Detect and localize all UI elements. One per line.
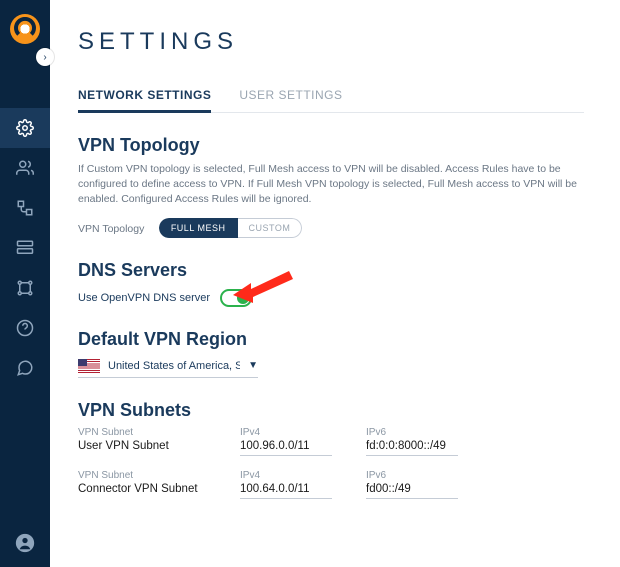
subnet-ipv4-label: IPv4	[240, 470, 332, 481]
topology-full-mesh-button[interactable]: FULL MESH	[159, 218, 238, 238]
heading-dns-servers: DNS Servers	[78, 260, 584, 281]
topology-custom-button[interactable]: CUSTOM	[238, 218, 303, 238]
account-icon	[15, 533, 35, 553]
topology-toggle: FULL MESH CUSTOM	[159, 218, 303, 238]
sidebar: ›	[0, 0, 50, 567]
gear-icon	[16, 119, 34, 137]
dns-toggle[interactable]	[220, 289, 252, 307]
tab-user-settings[interactable]: USER SETTINGS	[239, 82, 342, 112]
subnet-row-user: VPN SubnetUser VPN Subnet IPv4100.96.0.0…	[78, 427, 584, 456]
section-dns-servers: DNS Servers Use OpenVPN DNS server	[78, 260, 584, 307]
sidebar-item-logs[interactable]	[0, 348, 50, 388]
region-value: United States of America, S	[108, 360, 240, 372]
page-title: SETTINGS	[78, 28, 584, 56]
topology-description: If Custom VPN topology is selected, Full…	[78, 162, 584, 208]
main-content: SETTINGS NETWORK SETTINGS USER SETTINGS …	[50, 0, 620, 567]
subnet-name-label: VPN Subnet	[78, 427, 206, 438]
sidebar-item-help[interactable]	[0, 308, 50, 348]
subnet-ipv6-label: IPv6	[366, 427, 458, 438]
topology-label: VPN Topology	[78, 223, 144, 235]
sidebar-item-hosts[interactable]	[0, 228, 50, 268]
section-vpn-subnets: VPN Subnets VPN SubnetUser VPN Subnet IP…	[78, 400, 584, 499]
settings-tabs: NETWORK SETTINGS USER SETTINGS	[78, 82, 584, 113]
subnet-row-connector: VPN SubnetConnector VPN Subnet IPv4100.6…	[78, 470, 584, 499]
heading-vpn-subnets: VPN Subnets	[78, 400, 584, 421]
heading-vpn-topology: VPN Topology	[78, 135, 584, 156]
subnet-ipv6-label: IPv6	[366, 470, 458, 481]
subnet-ipv6-input[interactable]: fd:0:0:8000::/49	[366, 438, 458, 456]
us-flag-icon	[78, 359, 100, 373]
toggle-knob-icon	[237, 292, 249, 304]
tab-network-settings[interactable]: NETWORK SETTINGS	[78, 82, 211, 112]
subnet-name-label: VPN Subnet	[78, 470, 206, 481]
heading-default-region: Default VPN Region	[78, 329, 584, 350]
sidebar-item-settings[interactable]	[0, 108, 50, 148]
section-default-region: Default VPN Region United States of Amer…	[78, 329, 584, 378]
subnet-name-value: Connector VPN Subnet	[78, 481, 206, 498]
subnet-ipv4-label: IPv4	[240, 427, 332, 438]
dns-toggle-label: Use OpenVPN DNS server	[78, 292, 210, 304]
users-icon	[16, 159, 34, 177]
sidebar-account-button[interactable]	[0, 533, 50, 553]
server-icon	[16, 239, 34, 257]
sidebar-item-access[interactable]	[0, 268, 50, 308]
subnet-ipv6-input[interactable]: fd00::/49	[366, 481, 458, 499]
openvpn-logo-icon	[10, 14, 40, 44]
sidebar-item-networks[interactable]	[0, 188, 50, 228]
caret-down-icon: ▼	[248, 360, 258, 371]
subnet-ipv4-input[interactable]: 100.64.0.0/11	[240, 481, 332, 499]
subnet-ipv4-input[interactable]: 100.96.0.0/11	[240, 438, 332, 456]
network-icon	[16, 199, 34, 217]
topology-icon	[16, 279, 34, 297]
region-select[interactable]: United States of America, S ▼	[78, 356, 258, 378]
sidebar-nav	[0, 108, 50, 388]
chat-icon	[16, 359, 34, 377]
subnet-name-value: User VPN Subnet	[78, 438, 206, 455]
section-vpn-topology: VPN Topology If Custom VPN topology is s…	[78, 135, 584, 238]
sidebar-item-users[interactable]	[0, 148, 50, 188]
help-icon	[16, 319, 34, 337]
